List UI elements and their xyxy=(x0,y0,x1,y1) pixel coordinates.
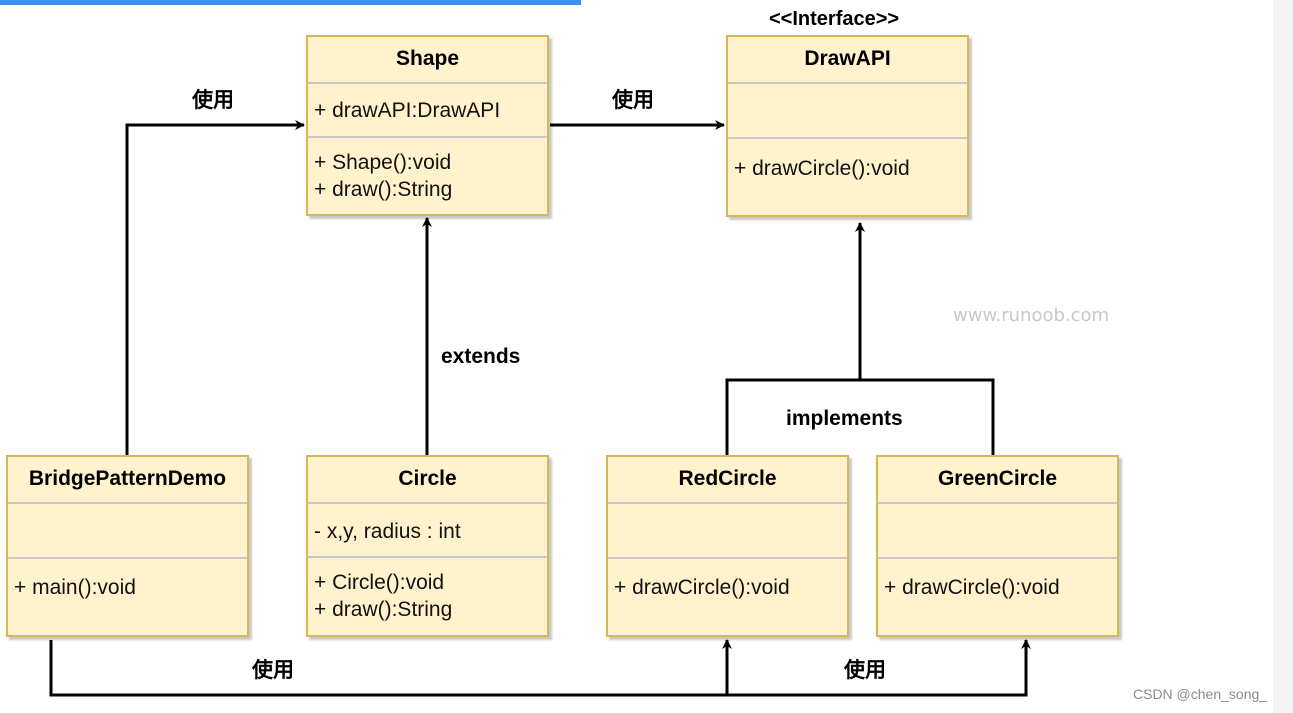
class-name: DrawAPI xyxy=(804,47,891,70)
divider xyxy=(728,137,967,139)
divider xyxy=(878,557,1117,559)
credit-text: CSDN @chen_song_ xyxy=(1133,686,1268,702)
class-name: GreenCircle xyxy=(937,467,1058,490)
method: + draw():String xyxy=(314,178,453,201)
method: + Circle():void xyxy=(314,571,445,594)
divider xyxy=(608,502,847,504)
class-name: Circle xyxy=(398,467,457,490)
method: + drawCircle():void xyxy=(884,576,1060,599)
class-name: Shape xyxy=(395,47,460,70)
divider xyxy=(608,557,847,559)
method: + main():void xyxy=(14,576,136,599)
attribute: - x,y, radius : int xyxy=(314,520,461,543)
label-implements: implements xyxy=(786,407,903,430)
method: + draw():String xyxy=(314,598,453,621)
divider xyxy=(308,82,547,84)
class-circle[interactable]: Circle - x,y, radius : int + Circle():vo… xyxy=(306,455,549,637)
watermark: www.runoob.com xyxy=(953,305,1110,326)
divider xyxy=(8,502,247,504)
class-name: RedCircle xyxy=(678,467,777,490)
label-use-shape-drawapi: 使用 xyxy=(612,89,654,112)
method: + drawCircle():void xyxy=(614,576,790,599)
divider xyxy=(308,556,547,558)
class-name: BridgePatternDemo xyxy=(28,467,227,490)
label-extends: extends xyxy=(441,345,521,368)
class-shape[interactable]: Shape + drawAPI:DrawAPI + Shape():void +… xyxy=(306,35,549,216)
divider xyxy=(308,136,547,138)
label-use-bridge-circles-left: 使用 xyxy=(252,659,294,682)
divider xyxy=(728,82,967,84)
stereotype-interface: <<Interface>> xyxy=(769,8,900,30)
class-bridgepatterndemo[interactable]: BridgePatternDemo + main():void xyxy=(6,455,249,637)
label-use-bridge-circles-right: 使用 xyxy=(844,659,886,682)
label-use-bridge-shape: 使用 xyxy=(192,89,234,112)
class-greencircle[interactable]: GreenCircle + drawCircle():void xyxy=(876,455,1119,637)
attribute: + drawAPI:DrawAPI xyxy=(314,99,501,122)
edge-bridge-to-shape xyxy=(125,120,305,455)
class-drawapi[interactable]: DrawAPI + drawCircle():void xyxy=(726,35,969,217)
divider xyxy=(878,502,1117,504)
method: + Shape():void xyxy=(314,151,452,174)
divider xyxy=(308,502,547,504)
divider xyxy=(8,557,247,559)
class-redcircle[interactable]: RedCircle + drawCircle():void xyxy=(606,455,849,637)
method: + drawCircle():void xyxy=(734,157,910,180)
